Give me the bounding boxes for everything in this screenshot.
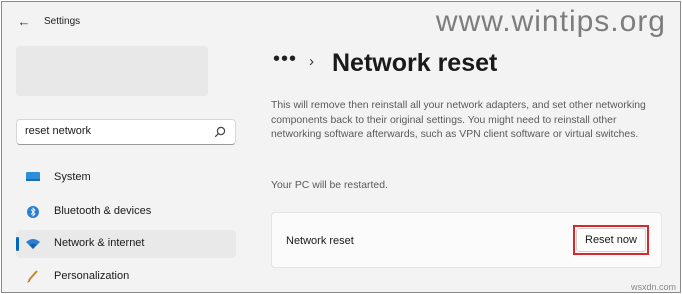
breadcrumb-more-button[interactable]: •••: [273, 48, 297, 71]
page-title: Network reset: [332, 49, 498, 77]
selection-indicator: [16, 237, 19, 251]
sidebar-item-network-internet[interactable]: Network & internet: [16, 230, 236, 258]
bluetooth-icon: [27, 206, 39, 218]
network-reset-card: Network reset Reset now: [271, 212, 662, 268]
search-box[interactable]: [16, 119, 236, 145]
chevron-right-icon: ›: [309, 53, 314, 70]
app-title: Settings: [44, 16, 81, 27]
watermark: www.wintips.org: [435, 5, 666, 38]
sidebar-item-system[interactable]: System: [16, 164, 236, 192]
sidebar-item-label: Network & internet: [54, 237, 145, 249]
brush-icon: [27, 270, 38, 283]
corner-watermark: wsxdn.com: [630, 282, 676, 292]
description-text: This will remove then reinstall all your…: [271, 100, 646, 140]
sidebar-item-bluetooth-devices[interactable]: Bluetooth & devices: [16, 198, 236, 226]
sidebar-item-label: System: [54, 171, 91, 183]
sidebar-item-personalization[interactable]: Personalization: [16, 263, 236, 291]
settings-window: ← Settings www.wintips.org System Blueto…: [1, 1, 681, 293]
wifi-icon: [26, 239, 40, 249]
search-input[interactable]: [25, 125, 205, 137]
user-profile-blurred: [16, 46, 208, 96]
sidebar-item-label: Bluetooth & devices: [54, 205, 152, 217]
back-arrow-icon[interactable]: ←: [16, 14, 32, 30]
card-label: Network reset: [286, 235, 354, 247]
system-icon: [26, 172, 40, 181]
search-icon[interactable]: [214, 126, 226, 138]
reset-now-button[interactable]: Reset now: [576, 228, 646, 252]
sidebar-item-label: Personalization: [54, 270, 130, 282]
restart-note: Your PC will be restarted.: [271, 180, 388, 191]
